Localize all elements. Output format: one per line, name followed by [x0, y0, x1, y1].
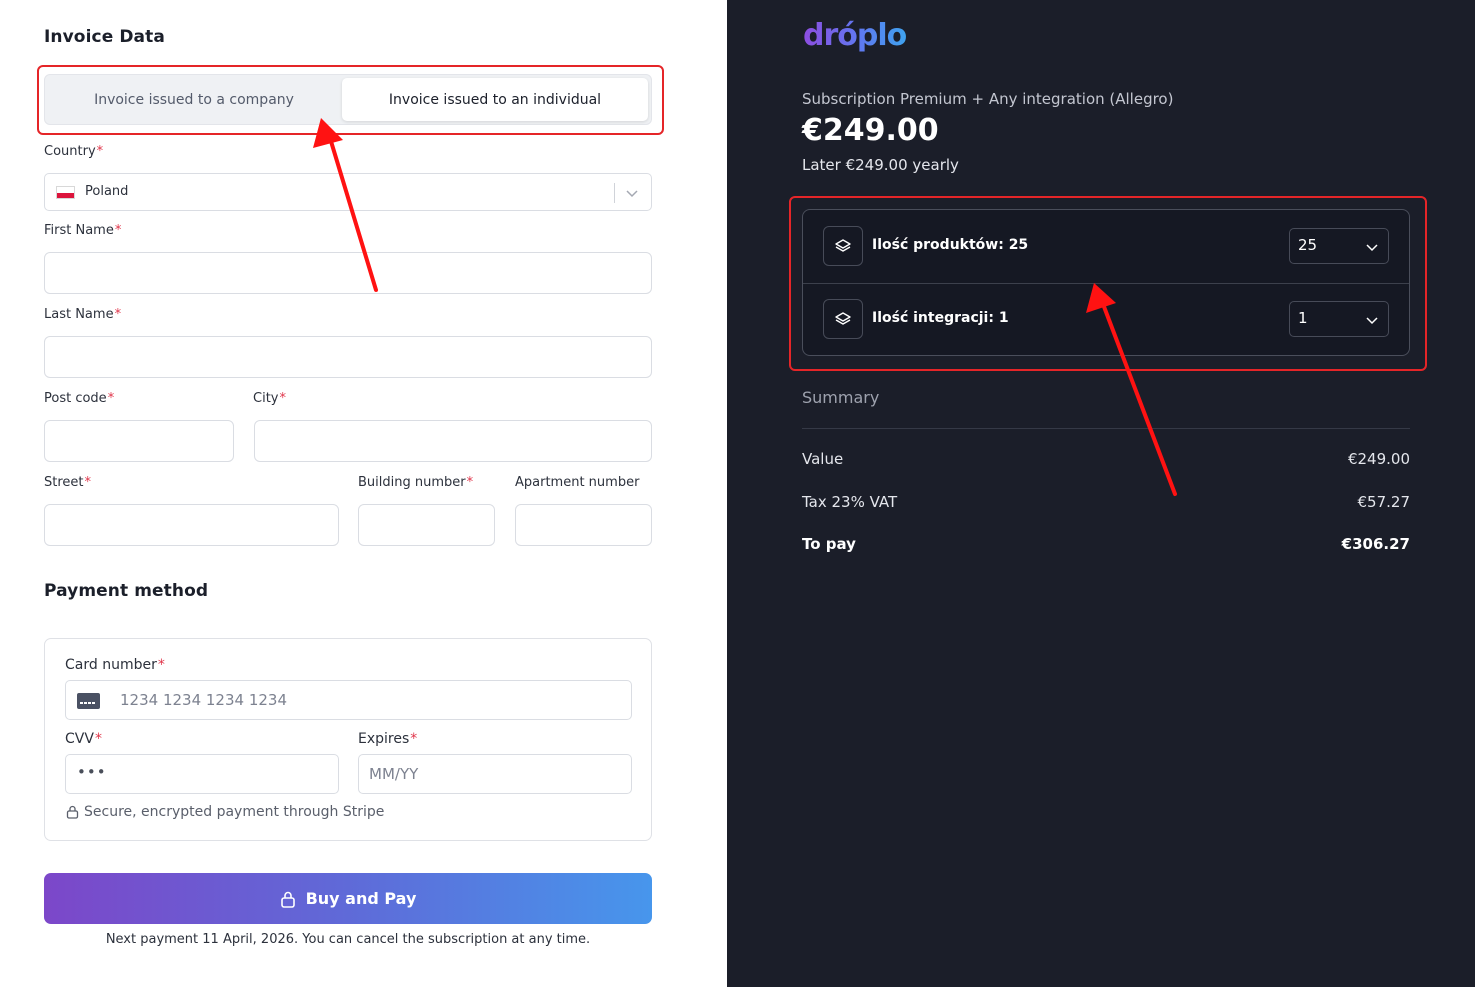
tax-amount: €57.27 [1357, 493, 1411, 511]
price: €249.00 [802, 113, 939, 148]
options-divider [803, 283, 1409, 284]
chevron-down-icon[interactable] [625, 186, 639, 200]
summary-heading: Summary [802, 388, 880, 407]
layers-icon [823, 299, 863, 339]
secure-payment-note: Secure, encrypted payment through Stripe [66, 804, 384, 820]
country-value: Poland [85, 184, 129, 199]
buy-and-pay-label: Buy and Pay [305, 889, 417, 908]
subscription-title: Subscription Premium + Any integration (… [802, 90, 1174, 108]
to-pay-amount: €306.27 [1341, 535, 1410, 553]
last-name-label: Last Name* [44, 307, 122, 322]
layers-icon [823, 226, 863, 266]
order-summary-panel: dróplo Subscription Premium + Any integr… [727, 0, 1475, 987]
city-input[interactable] [254, 420, 652, 462]
last-name-input[interactable] [44, 336, 652, 378]
apartment-number-input[interactable] [515, 504, 652, 546]
first-name-input[interactable] [44, 252, 652, 294]
credit-card-icon [77, 693, 100, 709]
tax-label: Tax 23% VAT [802, 493, 898, 511]
integrations-count-label: Ilość integracji: 1 [872, 310, 1009, 326]
secure-payment-text: Secure, encrypted payment through Stripe [84, 804, 385, 820]
buy-and-pay-button[interactable]: Buy and Pay [44, 873, 652, 924]
expires-placeholder: MM/YY [369, 765, 419, 783]
cvv-placeholder: ••• [77, 763, 107, 781]
products-count-value: 25 [1298, 236, 1318, 254]
first-name-label: First Name* [44, 223, 122, 238]
apartment-number-label: Apartment number [515, 475, 640, 490]
next-payment-note: Next payment 11 April, 2026. You can can… [105, 932, 591, 947]
value-amount: €249.00 [1347, 450, 1410, 468]
tab-invoice-company[interactable]: Invoice issued to a company [48, 78, 340, 121]
card-payment-box: Card number* 1234 1234 1234 1234 CVV* ••… [44, 638, 652, 841]
street-label: Street* [44, 475, 92, 490]
subscription-options-box: Ilość produktów: 25 25 Ilość integracji:… [802, 209, 1410, 356]
invoice-type-toggle: Invoice issued to a company Invoice issu… [44, 74, 652, 125]
to-pay-label: To pay [802, 535, 856, 553]
integrations-count-value: 1 [1298, 309, 1308, 327]
chevron-down-icon [1366, 317, 1378, 325]
invoice-form-panel: Invoice Data Invoice issued to a company… [0, 0, 727, 987]
building-number-input[interactable] [358, 504, 495, 546]
card-number-label: Card number* [65, 657, 165, 673]
value-label: Value [802, 450, 844, 468]
expires-input[interactable]: MM/YY [358, 754, 632, 794]
expires-label: Expires* [358, 731, 418, 747]
products-count-select[interactable]: 25 [1289, 228, 1389, 264]
building-number-label: Building number* [358, 475, 474, 490]
lock-icon [66, 805, 79, 819]
card-number-placeholder: 1234 1234 1234 1234 [120, 691, 287, 709]
later-price-note: Later €249.00 yearly [802, 156, 959, 174]
summary-divider [802, 428, 1410, 429]
country-label: Country* [44, 144, 104, 159]
city-label: City* [253, 391, 286, 406]
cvv-input[interactable]: ••• [65, 754, 339, 794]
products-count-label: Ilość produktów: 25 [872, 237, 1029, 253]
poland-flag-icon [56, 186, 75, 199]
invoice-data-heading: Invoice Data [44, 27, 165, 47]
lock-icon [280, 891, 295, 908]
cvv-label: CVV* [65, 731, 102, 747]
payment-method-heading: Payment method [44, 581, 209, 601]
post-code-input[interactable] [44, 420, 234, 462]
post-code-label: Post code* [44, 391, 115, 406]
tab-invoice-individual[interactable]: Invoice issued to an individual [342, 78, 648, 121]
droplo-logo: dróplo [803, 18, 907, 53]
street-input[interactable] [44, 504, 339, 546]
integrations-count-select[interactable]: 1 [1289, 301, 1389, 337]
select-separator [614, 183, 615, 203]
country-select[interactable]: Poland [44, 173, 652, 211]
chevron-down-icon [1366, 244, 1378, 252]
card-number-input[interactable]: 1234 1234 1234 1234 [65, 680, 632, 720]
